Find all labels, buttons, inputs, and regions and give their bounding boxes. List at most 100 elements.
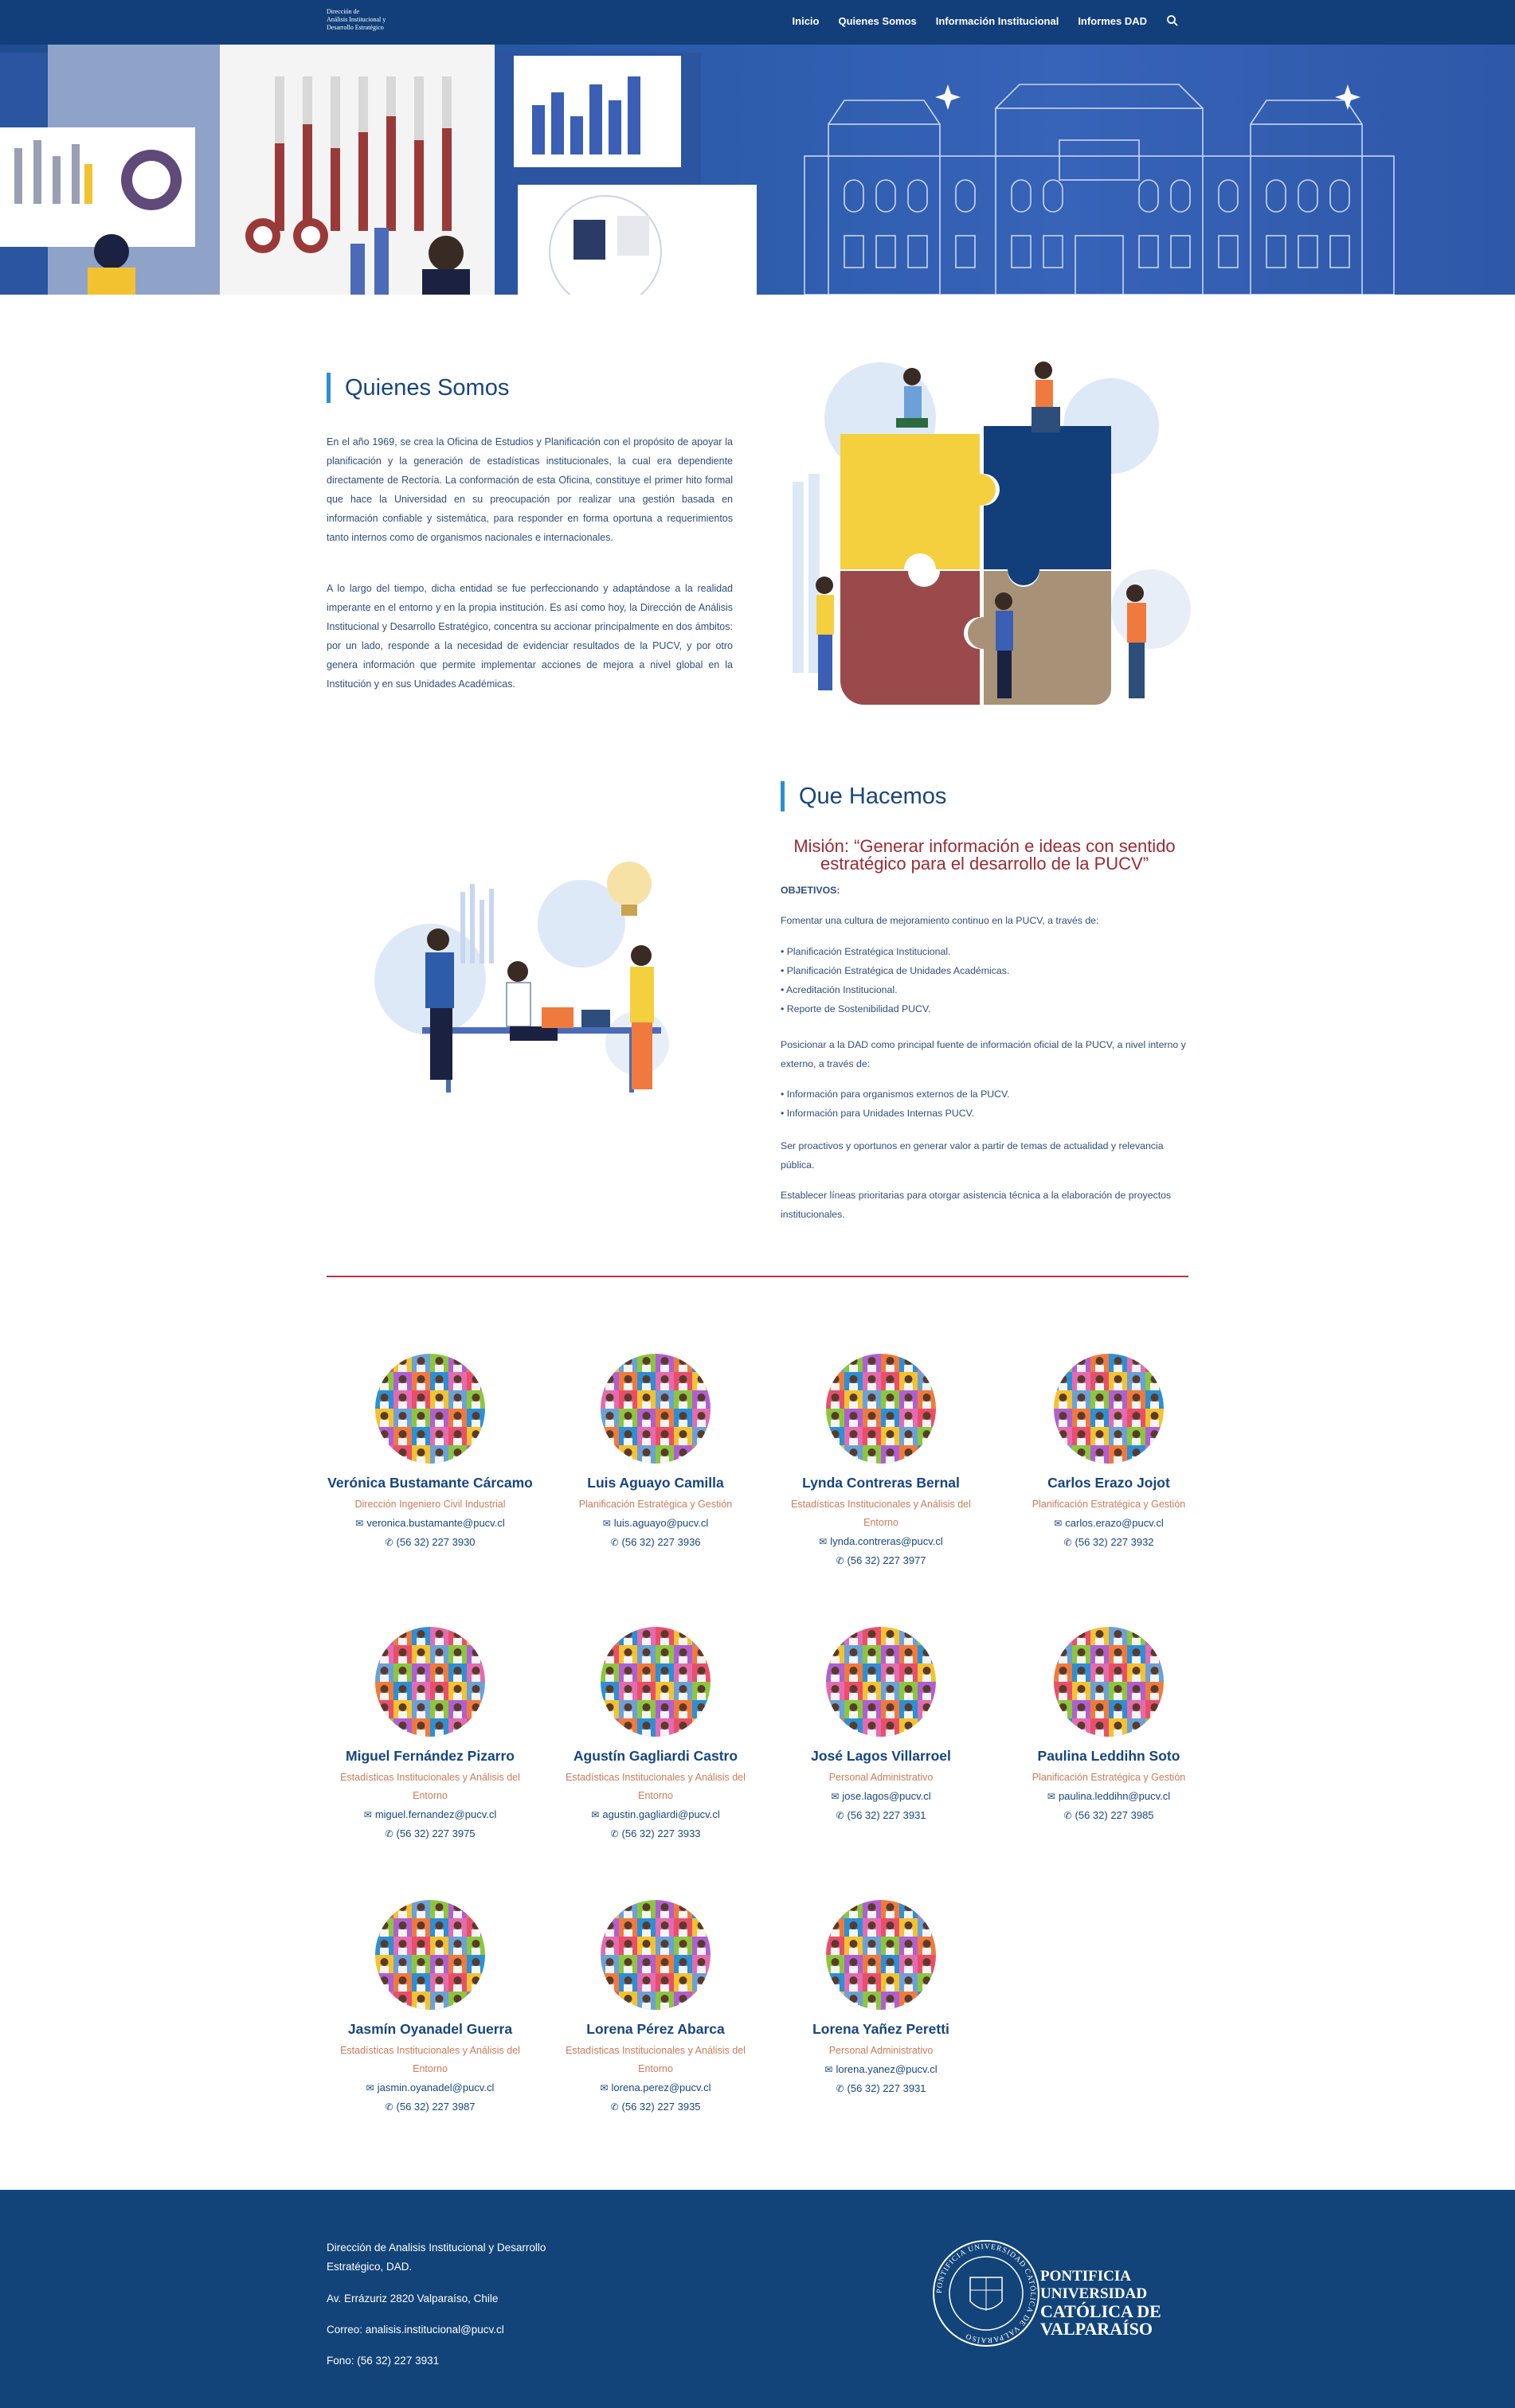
footer-phone: Fono: (56 32) 227 3931 (327, 2355, 440, 2367)
member-name: Paulina Leddihn Soto (1037, 1748, 1180, 1764)
avatar (826, 1354, 936, 1464)
dad-logo[interactable]: Dirección de Análisis Institucional y De… (327, 8, 414, 32)
avatar (1054, 1354, 1164, 1464)
member-email[interactable]: ✉ lynda.contreras@pucv.cl (777, 1532, 985, 1551)
member-role: Estadísticas Institucionales y Análisis … (791, 1499, 971, 1528)
pucv-line: UNIVERSIDAD (1040, 2285, 1148, 2302)
email-icon: ✉ (366, 2082, 374, 2093)
member-email[interactable]: ✉ carlos.erazo@pucv.cl (1005, 1514, 1212, 1533)
member-role: Estadísticas Institucionales y Análisis … (340, 1772, 520, 1801)
member-email-text: lynda.contreras@pucv.cl (830, 1535, 943, 1547)
member-email[interactable]: ✉ paulina.leddihn@pucv.cl (1005, 1787, 1212, 1806)
objetivos-list-1: • Planificación Estratégica Instituciona… (781, 942, 1188, 1018)
footer: Dirección de Analisis Institucional y De… (0, 2190, 1515, 2408)
member-email[interactable]: ✉ jasmin.oyanadel@pucv.cl (327, 2078, 534, 2097)
pucv-wordmark: PONTIFICIA UNIVERSIDAD CATÓLICA DE VALPA… (1040, 2268, 1161, 2338)
nav-item-quienes-somos[interactable]: Quienes Somos (838, 15, 916, 27)
email-icon: ✉ (819, 1536, 828, 1547)
footer-email[interactable]: Correo: analisis.institucional@pucv.cl (327, 2320, 504, 2340)
email-icon: ✉ (831, 1791, 840, 1802)
phone-icon: ✆ (610, 1537, 619, 1548)
search-icon[interactable] (1166, 14, 1179, 27)
avatar (826, 1627, 936, 1737)
team-member-card: Carlos Erazo Jojot Planificación Estratég… (1005, 1354, 1212, 1552)
team-member-card: Miguel Fernández Pizarro Estadísticas Ins… (327, 1627, 534, 1843)
objetivos-paragraph-3: Ser proactivos y oportunos en generar va… (781, 1140, 1164, 1171)
list-item: • Planificación Estratégica de Unidades … (781, 965, 1010, 976)
member-email-text: luis.aguayo@pucv.cl (613, 1517, 709, 1529)
pucv-seal-icon: PONTIFICIA UNIVERSIDAD CATÓLICA DE VALPA… (933, 2240, 1039, 2347)
section-divider (327, 1276, 1188, 1277)
nav-item-inicio[interactable]: Inicio (793, 15, 820, 27)
phone-icon: ✆ (1063, 1810, 1072, 1821)
pucv-line: PONTIFICIA (1040, 2268, 1132, 2285)
member-email-text: carlos.erazo@pucv.cl (1065, 1517, 1164, 1529)
top-navigation-bar: Dirección de Análisis Institucional y De… (0, 0, 1515, 45)
member-email[interactable]: ✉ lorena.yanez@pucv.cl (777, 2060, 985, 2079)
avatar (601, 1627, 711, 1737)
objetivos-list-2: • Información para organismos externos d… (781, 1085, 1188, 1123)
member-name: Lorena Pérez Abarca (586, 2021, 725, 2037)
team-member-card: Jasmín Oyanadel Guerra Estadísticas Insti… (327, 1900, 534, 2117)
pucv-logo[interactable]: PONTIFICIA UNIVERSIDAD CATÓLICA DE VALPA… (930, 2238, 1193, 2365)
email-icon: ✉ (1047, 1791, 1055, 1802)
phone-icon: ✆ (836, 2083, 844, 2094)
avatar (826, 1900, 936, 2010)
footer-org-line-2: Estratégico, DAD. (327, 2261, 413, 2273)
member-email-text: agustin.gagliardi@pucv.cl (602, 1808, 720, 1820)
member-role: Personal Administrativo (828, 2045, 934, 2056)
objetivos-label: OBJETIVOS: (781, 885, 840, 896)
member-phone: ✆ (56 32) 227 3932 (1005, 1533, 1212, 1552)
member-role: Planificación Estratégica y Gestión (1032, 1772, 1186, 1783)
member-email[interactable]: ✉ miguel.fernandez@pucv.cl (327, 1805, 534, 1824)
member-phone-text: (56 32) 227 3930 (396, 1536, 476, 1548)
team-member-card: Agustín Gagliardi Castro Estadísticas Ins… (552, 1627, 759, 1843)
quienes-somos-paragraph-1: En el año 1969, se crea la Oficina de Es… (327, 436, 733, 543)
mision-line-1: Misión: “Generar información e ideas con… (793, 836, 1176, 856)
member-name: Verónica Bustamante Cárcamo (327, 1475, 533, 1491)
member-phone-text: (56 32) 227 3936 (621, 1536, 701, 1548)
email-icon: ✉ (363, 1809, 372, 1820)
member-email[interactable]: ✉ agustin.gagliardi@pucv.cl (552, 1805, 759, 1824)
member-email-text: jasmin.oyanadel@pucv.cl (377, 2082, 495, 2093)
que-hacemos-title: Que Hacemos (781, 781, 946, 811)
phone-icon: ✆ (385, 1537, 393, 1548)
avatar (375, 1900, 485, 2010)
member-name: Lorena Yañez Peretti (812, 2021, 949, 2037)
member-email[interactable]: ✉ lorena.perez@pucv.cl (552, 2078, 759, 2097)
member-role: Personal Administrativo (828, 1772, 934, 1783)
member-phone: ✆ (56 32) 227 3975 (327, 1824, 534, 1843)
member-name: Jasmín Oyanadel Guerra (347, 2021, 513, 2037)
member-phone-text: (56 32) 227 3933 (621, 1828, 701, 1839)
phone-icon: ✆ (610, 1828, 619, 1839)
member-email-text: lorena.perez@pucv.cl (611, 2082, 711, 2093)
nav-item-informes-dad[interactable]: Informes DAD (1078, 15, 1147, 27)
member-role: Estadísticas Institucionales y Análisis … (340, 2045, 520, 2074)
list-item: • Información para Unidades Internas PUC… (781, 1108, 975, 1119)
phone-icon: ✆ (610, 2101, 619, 2113)
member-email[interactable]: ✉ veronica.bustamante@pucv.cl (327, 1514, 534, 1533)
avatar (601, 1900, 711, 2010)
puzzle-team-illustration (793, 362, 1191, 705)
member-phone: ✆ (56 32) 227 3931 (777, 2079, 985, 2098)
email-icon: ✉ (591, 1809, 600, 1820)
member-name: José Lagos Villarroel (811, 1748, 951, 1764)
member-role: Dirección Ingeniero Civil Industrial (354, 1499, 506, 1510)
nav-item-informacion-institucional[interactable]: Información Institucional (936, 15, 1059, 27)
member-email[interactable]: ✉ jose.lagos@pucv.cl (777, 1787, 985, 1806)
member-role: Planificación Estratégica y Gestión (1032, 1499, 1186, 1510)
hero-banner (0, 45, 1515, 295)
member-phone: ✆ (56 32) 227 3935 (552, 2097, 759, 2117)
logo-line: Dirección de (327, 8, 360, 15)
member-phone: ✆ (56 32) 227 3987 (327, 2097, 534, 2117)
member-phone-text: (56 32) 227 3985 (1075, 1809, 1154, 1821)
member-email-text: veronica.bustamante@pucv.cl (366, 1517, 505, 1529)
avatar (375, 1627, 485, 1737)
member-phone: ✆ (56 32) 227 3936 (552, 1533, 759, 1552)
member-email[interactable]: ✉ luis.aguayo@pucv.cl (552, 1514, 759, 1533)
quienes-somos-paragraph-2: A lo largo del tiempo, dicha entidad se … (327, 583, 733, 690)
logo-line: Desarrollo Estratégico (327, 24, 384, 31)
member-email-text: jose.lagos@pucv.cl (842, 1790, 931, 1802)
team-working-illustration (374, 862, 669, 1093)
member-role: Estadísticas Institucionales y Análisis … (566, 1772, 746, 1801)
